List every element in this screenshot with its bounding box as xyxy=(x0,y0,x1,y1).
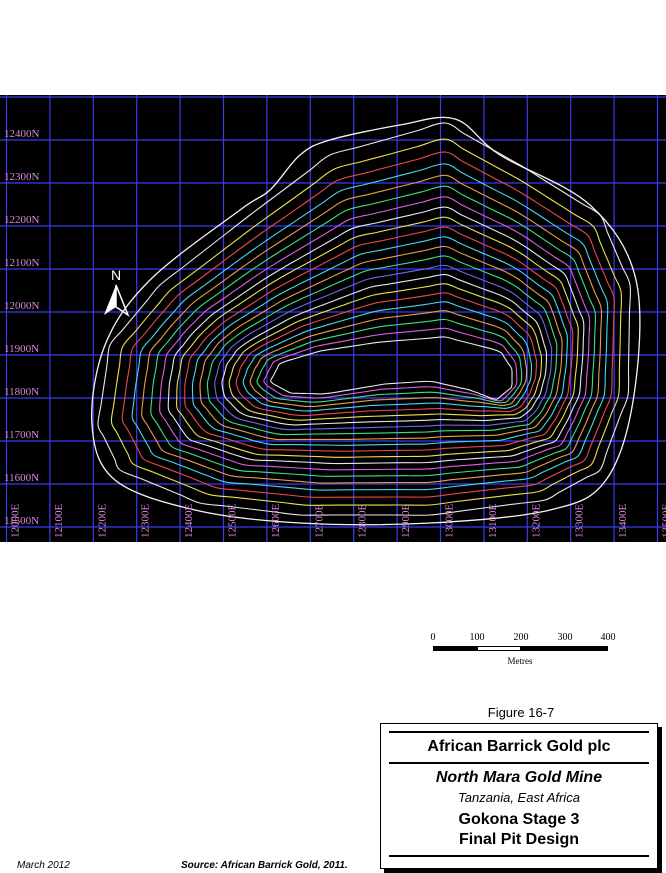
scale-segment-2 xyxy=(477,646,521,651)
scale-segment-3 xyxy=(521,646,565,651)
easting-label: 13500E xyxy=(661,504,666,539)
scale-bar: 0 100 200 300 400 Metres xyxy=(425,632,616,672)
scale-tick-0: 0 xyxy=(430,632,436,643)
project-location: Tanzania, East Africa xyxy=(458,790,580,805)
northing-labels: 12500N 12400N 12300N 12200N 12100N 12000N 1190… xyxy=(4,95,40,527)
scale-tick-400: 400 xyxy=(600,632,616,643)
title-rule-bottom xyxy=(389,855,649,857)
easting-label: 13200E xyxy=(530,504,542,539)
scale-units: Metres xyxy=(507,656,533,666)
northing-label: 12400N xyxy=(4,128,40,140)
northing-label: 11600N xyxy=(4,472,39,484)
easting-labels: 12000E 12100E 12200E 12300E 12400E 12500E 1260… xyxy=(10,503,666,538)
easting-label: 13300E xyxy=(574,504,586,539)
scale-tick-200: 200 xyxy=(513,632,529,643)
northing-label: 12000N xyxy=(4,300,40,312)
pit-contours xyxy=(91,116,641,526)
easting-label: 12400E xyxy=(183,504,195,539)
north-label: N xyxy=(111,267,121,283)
easting-label: 12200E xyxy=(96,504,108,539)
easting-label: 12000E xyxy=(10,504,22,539)
northing-label: 12200N xyxy=(4,214,40,226)
easting-label: 12500E xyxy=(227,504,239,539)
easting-label: 13100E xyxy=(487,503,499,538)
northing-label: 11900N xyxy=(4,343,39,355)
pit-contour-line xyxy=(256,318,523,404)
northing-label: 12300N xyxy=(4,171,40,183)
pit-contour-line xyxy=(121,151,615,498)
easting-label: 12600E xyxy=(270,504,282,539)
northing-label: 11800N xyxy=(4,386,39,398)
title-rule-mid xyxy=(389,762,649,764)
pit-map-canvas: 12500N 12400N 12300N 12200N 12100N 12000N 1190… xyxy=(0,95,666,542)
figure-number: Figure 16-7 xyxy=(487,705,555,720)
figure-title-line1: Gokona Stage 3 xyxy=(458,811,580,828)
figure-title-line2: Final Pit Design xyxy=(458,831,579,848)
easting-label: 12900E xyxy=(400,504,412,539)
easting-label: 13000E xyxy=(444,504,456,539)
easting-label: 12100E xyxy=(53,504,65,539)
north-arrow: N xyxy=(104,267,130,317)
title-block: African Barrick Gold plc North Mara Gold… xyxy=(380,723,658,869)
title-rule-top xyxy=(389,731,649,733)
northing-label: 12500N xyxy=(4,95,40,97)
northing-label: 11700N xyxy=(4,429,39,441)
scale-segment-4 xyxy=(565,646,608,651)
easting-label: 12700E xyxy=(313,504,325,539)
pit-design-map: 12500N 12400N 12300N 12200N 12100N 12000N 1190… xyxy=(0,95,666,542)
northing-label: 12100N xyxy=(4,257,40,269)
scale-tick-300: 300 xyxy=(557,632,573,643)
coordinate-grid xyxy=(0,95,666,542)
easting-label: 13400E xyxy=(617,504,629,539)
pit-contour-line xyxy=(206,255,558,436)
footer-date: March 2012 xyxy=(17,860,70,871)
easting-label: 12800E xyxy=(357,504,369,539)
project-name: North Mara Gold Mine xyxy=(435,769,603,786)
company-name: African Barrick Gold plc xyxy=(427,738,611,755)
pit-contour-line xyxy=(270,336,513,400)
pit-contour-line xyxy=(184,226,574,452)
footer-source: Source: African Barrick Gold, 2011. xyxy=(181,860,348,871)
scale-tick-100: 100 xyxy=(469,632,485,643)
easting-label: 12300E xyxy=(140,504,152,539)
scale-segment-1 xyxy=(433,646,477,651)
